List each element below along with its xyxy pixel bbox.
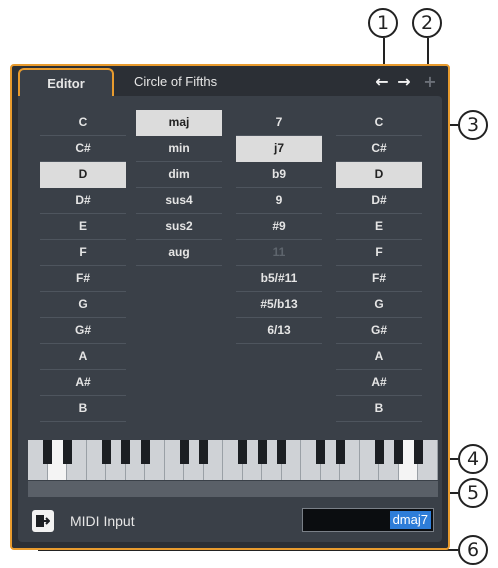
black-key	[43, 440, 53, 464]
bass-cell[interactable]: A#	[336, 370, 422, 396]
bass-cell[interactable]: G	[336, 292, 422, 318]
tension-cell[interactable]: j7	[236, 136, 322, 162]
root-cell[interactable]: A#	[40, 370, 126, 396]
black-key	[374, 440, 384, 464]
chord-type-column: maj min dim sus4 sus2 aug	[136, 110, 222, 266]
chord-symbol-value[interactable]: dmaj7	[389, 511, 431, 529]
tension-cell[interactable]: 11	[236, 240, 322, 266]
callout-6: 6	[458, 535, 488, 565]
type-cell[interactable]: sus4	[136, 188, 222, 214]
root-cell[interactable]: F	[40, 240, 126, 266]
callout-5: 5	[458, 478, 488, 508]
callout-4: 4	[458, 444, 488, 474]
root-cell[interactable]: G#	[40, 318, 126, 344]
root-cell[interactable]: C#	[40, 136, 126, 162]
callout-3: 3	[458, 110, 488, 140]
callout-2: 2	[412, 8, 442, 38]
root-cell[interactable]: F#	[40, 266, 126, 292]
type-cell[interactable]: aug	[136, 240, 222, 266]
bass-cell[interactable]: C	[336, 110, 422, 136]
tension-cell[interactable]: b5/#11	[236, 266, 322, 292]
tension-cell[interactable]: 7	[236, 110, 322, 136]
type-cell[interactable]: sus2	[136, 214, 222, 240]
black-key	[179, 440, 189, 464]
tab-editor[interactable]: Editor	[18, 68, 114, 96]
bass-note-column: C C# D D# E F F# G G# A A# B	[336, 110, 422, 422]
midi-input-label: MIDI Input	[70, 513, 135, 529]
midi-input-icon	[36, 515, 50, 527]
callout-1: 1	[368, 8, 398, 38]
bass-cell[interactable]: B	[336, 396, 422, 422]
tension-cell[interactable]: 9	[236, 188, 322, 214]
black-key	[277, 440, 287, 464]
bass-cell[interactable]: C#	[336, 136, 422, 162]
root-cell[interactable]: D	[40, 162, 126, 188]
black-key	[394, 440, 404, 464]
editor-area: C C# D D# E F F# G G# A A# B maj min dim sus4 sus2 aug 7…	[18, 96, 442, 542]
root-cell[interactable]: D#	[40, 188, 126, 214]
black-key	[413, 440, 423, 464]
tension-cell[interactable]: #9	[236, 214, 322, 240]
keyboard-scroll-bar[interactable]	[28, 481, 438, 497]
black-key	[199, 440, 209, 464]
root-note-column: C C# D D# E F F# G G# A A# B	[40, 110, 126, 422]
chord-editor-panel: Editor Circle of Fifths ← → + C C# D D# E F F#…	[10, 64, 450, 550]
root-cell[interactable]: B	[40, 396, 126, 422]
bass-cell[interactable]: G#	[336, 318, 422, 344]
midi-input-button[interactable]	[32, 510, 54, 532]
forward-arrow-icon[interactable]: →	[394, 72, 414, 92]
bass-cell[interactable]: E	[336, 214, 422, 240]
bass-cell[interactable]: A	[336, 344, 422, 370]
bass-cell[interactable]: D	[336, 162, 422, 188]
type-cell[interactable]: dim	[136, 162, 222, 188]
root-cell[interactable]: E	[40, 214, 126, 240]
add-chord-icon[interactable]: +	[420, 72, 440, 92]
black-key	[316, 440, 326, 464]
tension-cell[interactable]: b9	[236, 162, 322, 188]
black-key	[140, 440, 150, 464]
chord-symbol-field[interactable]: dmaj7	[302, 508, 434, 532]
type-cell[interactable]: min	[136, 136, 222, 162]
back-arrow-icon[interactable]: ←	[372, 72, 392, 92]
black-key	[335, 440, 345, 464]
black-key	[257, 440, 267, 464]
root-cell[interactable]: G	[40, 292, 126, 318]
black-key	[62, 440, 72, 464]
tension-cell[interactable]: 6/13	[236, 318, 322, 344]
root-cell[interactable]: A	[40, 344, 126, 370]
bass-cell[interactable]: D#	[336, 188, 422, 214]
black-key	[238, 440, 248, 464]
type-cell[interactable]: maj	[136, 110, 222, 136]
tension-cell[interactable]: #5/b13	[236, 292, 322, 318]
keyboard-display[interactable]	[28, 440, 438, 480]
tension-column: 7 j7 b9 9 #9 11 b5/#11 #5/b13 6/13	[236, 110, 322, 344]
tab-circle-of-fifths[interactable]: Circle of Fifths	[134, 68, 217, 96]
bass-cell[interactable]: F	[336, 240, 422, 266]
black-key	[101, 440, 111, 464]
bass-cell[interactable]: F#	[336, 266, 422, 292]
tab-bar: Editor Circle of Fifths ← → +	[12, 66, 448, 98]
root-cell[interactable]: C	[40, 110, 126, 136]
black-key	[121, 440, 131, 464]
